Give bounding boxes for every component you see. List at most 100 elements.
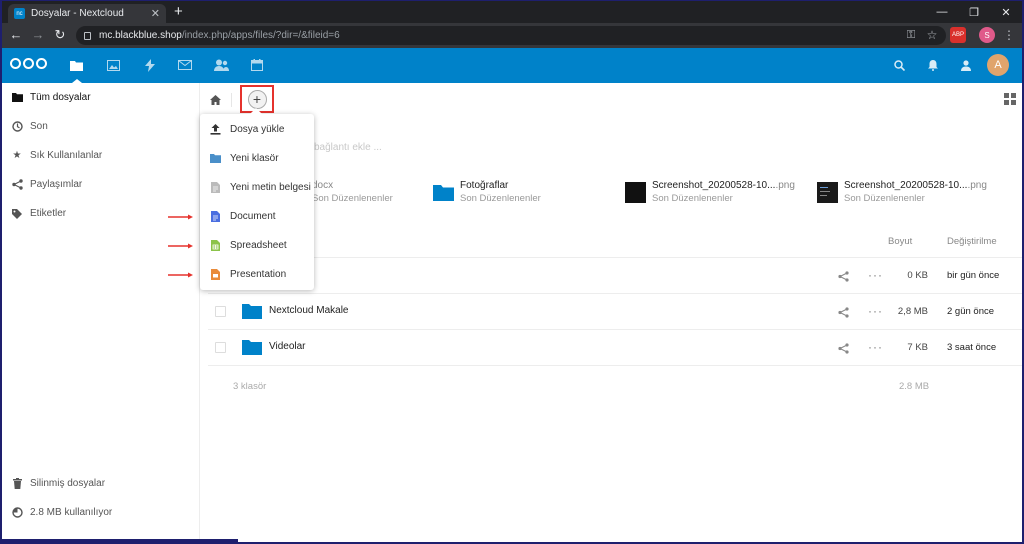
comment-placeholder[interactable]: bağlantı ekle ...	[314, 142, 382, 153]
table-row[interactable]: Videolar ··· 7 KB 3 saat önce	[208, 329, 1022, 365]
contacts-menu-icon[interactable]	[960, 58, 974, 72]
tab-close-icon[interactable]: ✕	[151, 7, 160, 20]
share-icon[interactable]	[836, 269, 850, 283]
recent-item[interactable]: Fotoğraflar Son Düzenlenenler	[433, 180, 541, 204]
clock-icon	[10, 120, 24, 134]
breadcrumb-separator	[222, 93, 232, 107]
browser-window: nc Dosyalar - Nextcloud ✕ + — ❐ ✕ ← → ↻ …	[2, 1, 1022, 542]
sidebar-item-label: Paylaşımlar	[30, 179, 83, 190]
menu-item-new-folder[interactable]: Yeni klasör	[200, 144, 314, 173]
new-item-menu: Dosya yükle Yeni klasör Yeni metin belge…	[200, 108, 314, 290]
row-checkbox[interactable]	[215, 342, 226, 353]
folder-icon	[10, 91, 24, 105]
file-size: 7 KB	[907, 342, 928, 353]
screenshot-thumbnail	[625, 181, 646, 203]
more-actions-icon[interactable]: ···	[868, 304, 883, 318]
summary-size: 2.8 MB	[899, 381, 930, 392]
recent-item[interactable]: Screenshot_20200528-10....png Son Düzenl…	[625, 180, 795, 204]
menu-item-label: Yeni metin belgesi	[230, 182, 311, 193]
share-icon	[10, 178, 24, 192]
minimize-icon[interactable]: —	[926, 1, 958, 23]
menu-item-label: Yeni klasör	[230, 153, 279, 164]
key-icon[interactable]: ⚿	[903, 27, 919, 43]
upload-icon	[209, 124, 221, 136]
new-tab-icon[interactable]: +	[174, 3, 183, 21]
summary-count: 3 klasör	[233, 381, 267, 392]
bottom-scrollbar[interactable]	[2, 539, 238, 542]
search-icon[interactable]	[892, 58, 906, 72]
photos-app-icon[interactable]	[105, 57, 121, 73]
menu-item-upload[interactable]: Dosya yükle	[200, 115, 314, 144]
menu-item-presentation[interactable]: Presentation	[200, 260, 314, 289]
grid-view-toggle[interactable]	[1004, 93, 1016, 105]
sidebar-item-all-files[interactable]: Tüm dosyalar	[2, 83, 200, 112]
bookmark-star-icon[interactable]: ☆	[924, 27, 940, 43]
pie-icon	[10, 506, 24, 520]
folder-icon	[242, 304, 262, 319]
sidebar-item-favorites[interactable]: ★ Sık Kullanılanlar	[2, 141, 200, 170]
forward-icon[interactable]: →	[30, 27, 46, 43]
reload-icon[interactable]: ↻	[52, 27, 68, 43]
home-icon[interactable]	[208, 93, 222, 107]
recent-item-name: Screenshot_20200528-10...	[652, 180, 776, 191]
recent-item-ext: .png	[967, 180, 987, 191]
calendar-app-icon[interactable]	[249, 57, 265, 73]
recent-item[interactable]: Screenshot_20200528-10....png Son Düzenl…	[817, 180, 987, 204]
table-row[interactable]: Nextcloud Makale ··· 2,8 MB 2 gün önce	[208, 293, 1022, 329]
folder-icon	[209, 153, 221, 165]
menu-item-spreadsheet[interactable]: Spreadsheet	[200, 231, 314, 260]
sidebar-item-shares[interactable]: Paylaşımlar	[2, 170, 200, 199]
share-icon[interactable]	[836, 305, 850, 319]
tab-title: Dosyalar - Nextcloud	[31, 8, 124, 19]
recent-item-ext: docx	[312, 180, 334, 191]
tag-icon	[10, 207, 24, 221]
more-actions-icon[interactable]: ···	[868, 340, 883, 354]
tab-strip: nc Dosyalar - Nextcloud ✕ + — ❐ ✕	[2, 1, 1022, 23]
column-header-modified[interactable]: Değiştirilme	[947, 236, 997, 247]
address-bar: ← → ↻ mc.blackblue.shop/index.php/apps/f…	[2, 23, 1022, 48]
sidebar-item-label: 2.8 MB kullanılıyor	[30, 507, 113, 518]
adblock-icon[interactable]: ABP	[950, 27, 966, 43]
menu-arrow	[250, 108, 262, 114]
sidebar-item-label: Silinmiş dosyalar	[30, 478, 106, 489]
recent-item-subtitle: Son Düzenlenenler	[312, 193, 393, 204]
browser-menu-icon[interactable]: ⋮	[1001, 27, 1017, 43]
annotation-arrow	[168, 272, 193, 278]
user-avatar[interactable]: A	[987, 54, 1009, 76]
contacts-app-icon[interactable]	[213, 57, 229, 73]
profile-avatar[interactable]: S	[979, 27, 995, 43]
text-file-icon	[209, 182, 221, 194]
close-window-icon[interactable]: ✕	[990, 1, 1022, 23]
column-header-size[interactable]: Boyut	[888, 236, 912, 247]
sidebar-item-label: Son	[30, 121, 48, 132]
back-icon[interactable]: ←	[8, 27, 24, 43]
nextcloud-logo[interactable]	[10, 58, 47, 69]
menu-item-document[interactable]: Document	[200, 202, 314, 231]
row-checkbox[interactable]	[215, 306, 226, 317]
recent-item-ext: .png	[775, 180, 795, 191]
annotation-arrow	[168, 214, 193, 220]
activity-app-icon[interactable]	[142, 57, 158, 73]
files-app-icon[interactable]	[68, 57, 84, 73]
mail-app-icon[interactable]	[177, 57, 193, 73]
share-icon[interactable]	[836, 341, 850, 355]
sidebar-item-deleted-files[interactable]: Silinmiş dosyalar	[2, 469, 200, 498]
file-name[interactable]: Videolar	[269, 341, 306, 352]
menu-item-label: Spreadsheet	[230, 240, 287, 251]
file-name[interactable]: Nextcloud Makale	[269, 305, 348, 316]
maximize-icon[interactable]: ❐	[958, 1, 990, 23]
url-field[interactable]: mc.blackblue.shop/index.php/apps/files/?…	[76, 26, 946, 45]
add-new-button[interactable]: +	[247, 89, 267, 109]
browser-tab[interactable]: nc Dosyalar - Nextcloud ✕	[8, 4, 166, 23]
table-divider	[208, 365, 1022, 366]
menu-item-new-text-file[interactable]: Yeni metin belgesi	[200, 173, 314, 202]
more-actions-icon[interactable]: ···	[868, 268, 883, 282]
sidebar-item-label: Tüm dosyalar	[30, 92, 91, 103]
trash-icon	[10, 477, 24, 491]
url-path: /index.php/apps/files/?dir=/&fileid=6	[181, 30, 340, 41]
notifications-icon[interactable]	[926, 58, 940, 72]
sidebar-item-recent[interactable]: Son	[2, 112, 200, 141]
table-row[interactable]: ··· 0 KB bir gün önce	[208, 257, 1022, 293]
recent-item-subtitle: Son Düzenlenenler	[460, 193, 541, 204]
breadcrumb	[208, 90, 240, 110]
